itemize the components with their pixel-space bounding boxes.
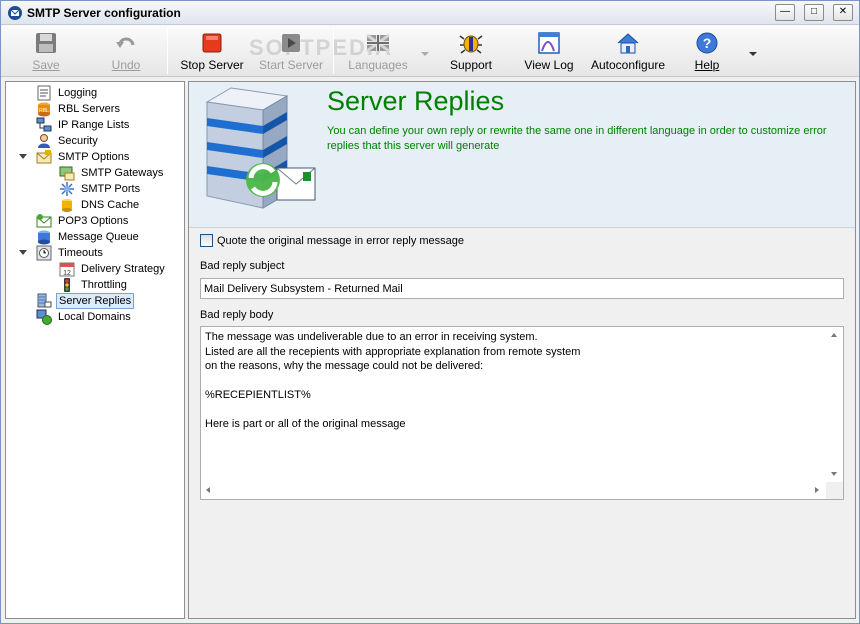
- start-server-button[interactable]: Start Server: [257, 29, 325, 73]
- svg-text:?: ?: [703, 35, 712, 51]
- autoconfigure-label: Autoconfigure: [591, 58, 666, 72]
- tree-item-label: Delivery Strategy: [81, 263, 165, 275]
- toolbar-separator: [333, 28, 334, 74]
- body-value: The message was undeliverable due to an …: [205, 331, 581, 430]
- help-button[interactable]: ? Help: [685, 29, 729, 73]
- languages-button[interactable]: Languages: [345, 29, 411, 73]
- bad-reply-subject-label: Bad reply subject: [200, 260, 285, 272]
- minimize-icon: —: [780, 6, 790, 17]
- tree-item-label: POP3 Options: [58, 215, 129, 227]
- svg-text:12: 12: [63, 270, 71, 277]
- stop-server-button[interactable]: Stop Server: [179, 29, 245, 73]
- log-document-icon: [37, 85, 51, 101]
- timeouts-icon: [36, 245, 52, 261]
- start-server-label: Start Server: [258, 58, 324, 72]
- server-replies-panel: Server Replies You can define your own r…: [188, 81, 856, 619]
- collapse-smtp-options[interactable]: [19, 154, 27, 159]
- autoconfigure-button[interactable]: Autoconfigure: [591, 29, 665, 73]
- tree-item-label: Message Queue: [58, 231, 139, 243]
- tree-item-label: Security: [58, 135, 98, 147]
- main-window: SMTP Server configuration — □ ✕ SOFTPEDI…: [0, 0, 860, 624]
- tree-item-label: Server Replies: [56, 293, 135, 309]
- tree-item-label: SMTP Ports: [81, 183, 141, 195]
- rbl-database-icon: RBL: [38, 102, 50, 117]
- tree-item-label: RBL Servers: [58, 103, 120, 115]
- save-label: Save: [32, 58, 60, 72]
- network-computers-icon: [36, 117, 52, 132]
- quote-original-label[interactable]: Quote the original message in error repl…: [217, 235, 464, 247]
- bad-reply-body-textarea[interactable]: The message was undeliverable due to an …: [200, 326, 844, 500]
- server-replies-illustration-icon: [205, 87, 316, 209]
- scroll-down-icon[interactable]: [831, 472, 837, 476]
- user-security-icon: [38, 134, 50, 148]
- house-icon: [617, 33, 639, 54]
- tree-item-label: IP Range Lists: [58, 119, 130, 131]
- view-log-label: View Log: [524, 58, 574, 72]
- gateway-icon: [59, 166, 75, 181]
- save-button[interactable]: Save: [15, 29, 77, 73]
- collapse-timeouts[interactable]: [19, 250, 27, 255]
- bad-reply-body-label: Bad reply body: [200, 309, 274, 321]
- envelope-lock-icon: [36, 150, 52, 164]
- maximize-button[interactable]: □: [804, 4, 824, 21]
- undo-button[interactable]: Undo: [95, 29, 157, 73]
- help-icon: ?: [696, 32, 718, 54]
- view-log-button[interactable]: View Log: [519, 29, 579, 73]
- subject-value: Mail Delivery Subsystem - Returned Mail: [204, 283, 403, 295]
- traffic-light-icon: [64, 278, 70, 292]
- scroll-left-icon[interactable]: [206, 487, 210, 493]
- tree-item-label: Timeouts: [58, 247, 103, 259]
- quote-original-checkbox[interactable]: [200, 234, 213, 247]
- toolbar: SOFTPEDIA Save Undo Stop Server Start Se…: [1, 25, 859, 77]
- pop3-envelope-icon: [36, 214, 52, 228]
- panel-header: Server Replies You can define your own r…: [189, 82, 855, 228]
- bug-icon: [459, 35, 483, 54]
- svg-text:RBL: RBL: [39, 108, 49, 114]
- minimize-button[interactable]: —: [775, 4, 795, 21]
- server-replies-icon: [37, 293, 52, 308]
- dns-cache-icon: [62, 199, 72, 212]
- undo-arrow-icon: [116, 37, 135, 48]
- toolbar-separator: [167, 28, 168, 74]
- tree-item-label: SMTP Gateways: [81, 167, 164, 179]
- tree-item-label: Throttling: [81, 279, 127, 291]
- page-title: Server Replies: [327, 86, 505, 116]
- support-label: Support: [449, 58, 493, 72]
- languages-label: Languages: [348, 58, 408, 72]
- scroll-up-icon[interactable]: [831, 333, 837, 337]
- uk-flag-icon: [366, 33, 390, 53]
- bad-reply-subject-input[interactable]: Mail Delivery Subsystem - Returned Mail: [200, 278, 844, 299]
- scrollbar-corner: [826, 482, 843, 499]
- settings-tree: Logging RBL RBL Servers IP Range Lists S…: [5, 81, 185, 619]
- tree-item-label: SMTP Options: [58, 151, 130, 163]
- languages-dropdown-arrow[interactable]: [421, 52, 429, 56]
- app-icon: [8, 6, 22, 20]
- floppy-disk-icon: [36, 33, 56, 53]
- ports-icon: [60, 182, 74, 196]
- tree-item-label: Local Domains: [58, 311, 131, 323]
- toolbar-overflow-arrow[interactable]: [749, 52, 757, 56]
- maximize-icon: □: [810, 6, 818, 17]
- title-bar[interactable]: SMTP Server configuration — □ ✕: [1, 1, 859, 25]
- support-button[interactable]: Support: [441, 29, 501, 73]
- window-title: SMTP Server configuration: [27, 6, 181, 20]
- close-button[interactable]: ✕: [833, 4, 853, 21]
- log-window-icon: [538, 32, 560, 54]
- help-label: Help: [694, 58, 720, 72]
- vertical-scrollbar[interactable]: [826, 327, 843, 482]
- stop-server-label: Stop Server: [180, 58, 244, 72]
- undo-label: Undo: [111, 58, 141, 72]
- scroll-right-icon[interactable]: [815, 487, 819, 493]
- close-icon: ✕: [838, 6, 848, 17]
- horizontal-scrollbar[interactable]: [201, 482, 826, 499]
- queue-database-icon: [38, 230, 50, 245]
- local-domains-icon: [36, 309, 52, 325]
- tree-item-label: DNS Cache: [81, 199, 140, 211]
- stop-icon: [202, 33, 222, 53]
- page-description: You can define your own reply or rewrite…: [327, 125, 827, 152]
- play-icon: [282, 34, 300, 52]
- tree-item-label: Logging: [58, 87, 98, 99]
- calendar-icon: 12: [59, 262, 75, 277]
